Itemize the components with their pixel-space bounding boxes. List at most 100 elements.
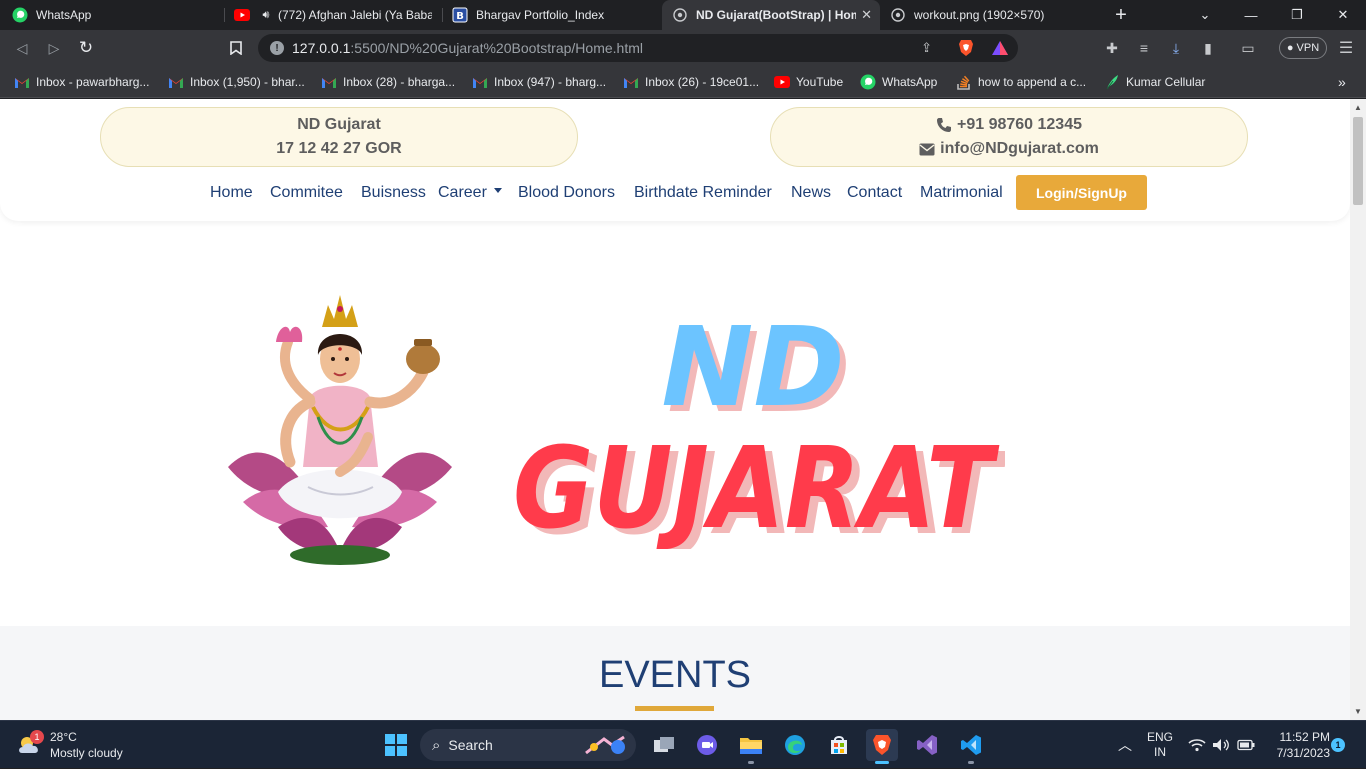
brave-rewards-icon[interactable] xyxy=(990,38,1010,58)
nd-gujarat-brand-logo: ND ND GUJARAT GUJARAT xyxy=(513,309,1005,549)
portfolio-icon: B xyxy=(452,7,468,23)
edge-icon[interactable] xyxy=(779,729,811,761)
nav-commitee[interactable]: Commitee xyxy=(270,184,343,202)
scroll-up-icon[interactable]: ▲ xyxy=(1354,103,1362,112)
bookmark-kumar-cellular[interactable]: Kumar Cellular xyxy=(1104,73,1205,91)
start-button[interactable] xyxy=(380,729,412,761)
caret-down-icon xyxy=(493,188,502,194)
microsoft-store-icon[interactable] xyxy=(823,729,855,761)
vpn-dot-icon: ● xyxy=(1286,42,1294,54)
playlist-icon[interactable]: ≡ xyxy=(1134,38,1154,58)
nav-buisness[interactable]: Buisness xyxy=(361,184,426,202)
bookmark-youtube[interactable]: YouTube xyxy=(774,73,843,91)
goddess-illustration xyxy=(228,295,452,565)
bookmark-whatsapp[interactable]: WhatsApp xyxy=(860,73,937,91)
main-nav: Home Commitee Buisness Career Blood Dono… xyxy=(0,175,1350,215)
feather-icon xyxy=(1104,74,1120,90)
notification-badge[interactable]: 1 xyxy=(1331,738,1345,752)
nav-birthdate-reminder[interactable]: Birthdate Reminder xyxy=(634,184,772,202)
nav-blood-donors[interactable]: Blood Donors xyxy=(518,184,615,202)
running-indicator xyxy=(968,761,974,764)
minimize-button[interactable]: — xyxy=(1228,0,1274,30)
gmail-icon xyxy=(472,74,488,90)
globe-icon xyxy=(890,7,906,23)
vpn-button[interactable]: ● VPN xyxy=(1279,37,1327,59)
show-hidden-icons-chevron[interactable]: ︿ xyxy=(1118,721,1132,769)
battery-icon[interactable] xyxy=(1237,721,1255,769)
back-button[interactable]: ◁ xyxy=(10,36,34,60)
bookmark-inbox-2[interactable]: Inbox (1,950) - bhar... xyxy=(168,73,305,91)
share-icon[interactable]: ⇪ xyxy=(921,40,932,56)
restore-button[interactable]: ❐ xyxy=(1274,0,1320,30)
youtube-icon xyxy=(234,7,250,23)
tab-whatsapp[interactable]: WhatsApp xyxy=(2,0,224,30)
file-explorer-icon[interactable] xyxy=(735,729,767,764)
bookmark-inbox-3[interactable]: Inbox (28) - bharga... xyxy=(321,73,455,91)
gmail-icon xyxy=(168,74,184,90)
language-indicator[interactable]: ENG IN xyxy=(1146,721,1174,769)
nav-contact[interactable]: Contact xyxy=(847,184,902,202)
brave-shields-icon[interactable] xyxy=(956,38,976,58)
address-bar[interactable]: ! 127.0.0.1:5500/ND%20Gujarat%20Bootstra… xyxy=(258,34,1018,62)
system-clock[interactable]: 11:52 PM 7/31/2023 xyxy=(1262,729,1330,761)
hero-carousel: ND ND GUJARAT GUJARAT xyxy=(0,221,1350,626)
contact-info-pill: +91 98760 12345 info@NDgujarat.com xyxy=(770,107,1248,167)
site-header: ND Gujarat 17 12 42 27 GOR +91 98760 123… xyxy=(0,99,1350,221)
svg-text:B: B xyxy=(456,11,464,22)
page-scrollbar[interactable]: ▲ ▼ xyxy=(1350,99,1366,720)
bookmark-inbox-4[interactable]: Inbox (947) - bharg... xyxy=(472,73,606,91)
windows-taskbar: 1 28°C Mostly cloudy ⌕ Search ︿ ENG IN 1… xyxy=(0,720,1366,768)
taskbar-search[interactable]: ⌕ Search xyxy=(420,729,636,761)
wallet-icon[interactable]: ▭ xyxy=(1238,38,1258,58)
scroll-thumb[interactable] xyxy=(1353,117,1363,205)
search-icon: ⌕ xyxy=(432,736,441,754)
bookmark-stackoverflow[interactable]: how to append a c... xyxy=(956,73,1086,91)
bookmark-icon[interactable] xyxy=(224,36,248,60)
bookmarks-bar: Inbox - pawarbharg... Inbox (1,950) - bh… xyxy=(0,66,1366,98)
login-signup-button[interactable]: Login/SignUp xyxy=(1016,175,1147,210)
weather-desc: Mostly cloudy xyxy=(50,746,123,760)
visual-studio-icon[interactable] xyxy=(911,729,943,761)
reload-button[interactable]: ↻ xyxy=(74,36,98,60)
nav-news[interactable]: News xyxy=(791,184,831,202)
download-icon[interactable]: ⤓ xyxy=(1166,38,1186,58)
bookmark-inbox-5[interactable]: Inbox (26) - 19ce01... xyxy=(623,73,759,91)
org-info-pill: ND Gujarat 17 12 42 27 GOR xyxy=(100,107,578,167)
nav-career[interactable]: Career xyxy=(438,184,502,202)
weather-widget[interactable]: 1 28°C Mostly cloudy xyxy=(16,727,123,763)
extensions-icon[interactable]: ✚ xyxy=(1102,38,1122,58)
tab-search-chevron-icon[interactable]: ⌄ xyxy=(1182,0,1228,30)
events-section: EVENTS xyxy=(0,626,1350,720)
nav-home[interactable]: Home xyxy=(210,184,253,202)
more-bookmarks-icon[interactable]: » xyxy=(1338,73,1346,91)
email-address[interactable]: info@NDgujarat.com xyxy=(940,137,1099,161)
phone-number[interactable]: +91 98760 12345 xyxy=(957,113,1082,137)
teams-chat-icon[interactable] xyxy=(691,729,723,761)
brave-browser-icon[interactable] xyxy=(866,729,898,764)
bookmark-inbox-1[interactable]: Inbox - pawarbharg... xyxy=(14,73,149,91)
menu-icon[interactable]: ☰ xyxy=(1336,38,1356,58)
nav-matrimonial[interactable]: Matrimonial xyxy=(920,184,1003,202)
forward-button[interactable]: ▷ xyxy=(42,36,66,60)
volume-icon[interactable] xyxy=(1212,721,1230,769)
tab-nd-gujarat[interactable]: ND Gujarat(BootStrap) | Home ✕ xyxy=(662,0,880,30)
tab-workout[interactable]: workout.png (1902×570) xyxy=(880,0,1098,30)
scroll-down-icon[interactable]: ▼ xyxy=(1354,707,1362,716)
tab-youtube[interactable]: 🔊︎ (772) Afghan Jalebi (Ya Baba) F xyxy=(224,0,442,30)
sidebar-icon[interactable]: ▮ xyxy=(1198,38,1218,58)
org-name: ND Gujarat xyxy=(297,116,381,133)
task-view-icon[interactable] xyxy=(648,729,680,761)
site-info-icon[interactable]: ! xyxy=(270,41,284,55)
tab-portfolio[interactable]: B Bhargav Portfolio_Index xyxy=(442,0,662,30)
stackoverflow-icon xyxy=(956,74,972,90)
wifi-icon[interactable] xyxy=(1188,721,1206,769)
clock-date: 7/31/2023 xyxy=(1276,746,1330,760)
search-highlight-icon xyxy=(582,733,628,760)
envelope-icon xyxy=(919,141,935,157)
new-tab-button[interactable]: + xyxy=(1098,0,1144,30)
running-indicator xyxy=(748,761,754,764)
speaker-icon[interactable]: 🔊︎ xyxy=(258,7,274,23)
close-tab-icon[interactable]: ✕ xyxy=(861,8,872,22)
vscode-icon[interactable] xyxy=(955,729,987,764)
close-window-button[interactable]: ✕ xyxy=(1320,0,1366,30)
